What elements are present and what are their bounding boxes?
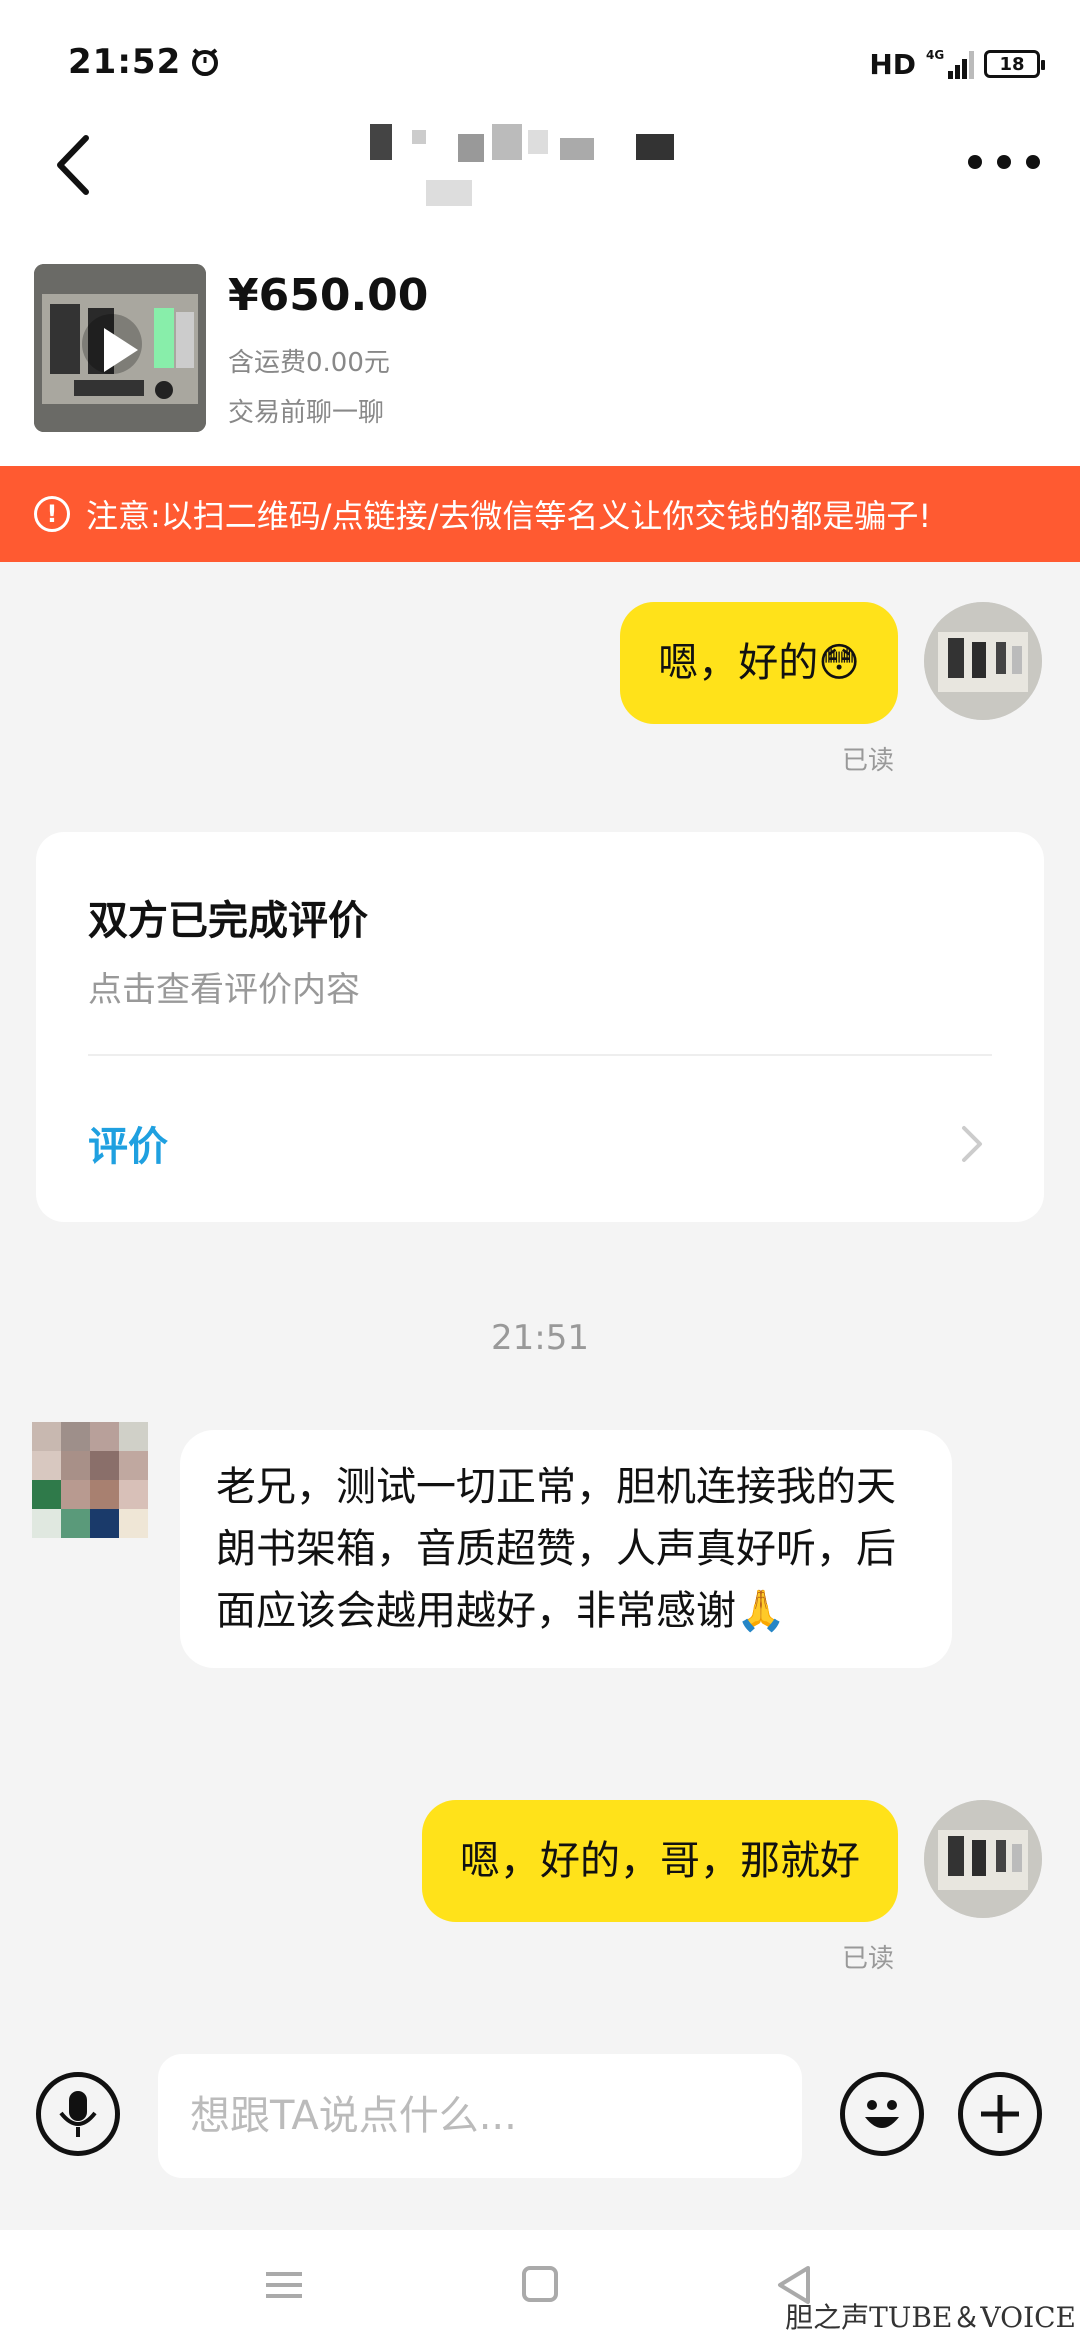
review-subtitle: 点击查看评价内容 bbox=[88, 970, 360, 1010]
watermark: 胆之声TUBE＆VOICE bbox=[785, 2301, 1076, 2334]
chevron-right-icon bbox=[962, 1126, 982, 1162]
chat-header bbox=[0, 100, 1080, 230]
message-timestamp: 21:51 bbox=[491, 1318, 589, 1358]
my-avatar[interactable] bbox=[924, 602, 1042, 720]
read-status: 已读 bbox=[842, 746, 895, 776]
home-icon[interactable] bbox=[510, 2260, 570, 2310]
contact-avatar[interactable] bbox=[32, 1422, 148, 1538]
product-chat-hint: 交易前聊一聊 bbox=[228, 398, 385, 428]
menu-icon[interactable] bbox=[254, 2260, 314, 2310]
product-shipping: 含运费0.00元 bbox=[228, 348, 390, 378]
message-bubble-sent[interactable]: 嗯，好的，哥，那就好 bbox=[422, 1800, 898, 1922]
review-link[interactable]: 评价 bbox=[88, 1114, 168, 1172]
play-icon bbox=[104, 328, 138, 372]
message-bubble-sent[interactable]: 嗯，好的😳 bbox=[620, 602, 898, 724]
message-bubble-received[interactable]: 老兄，测试一切正常，胆机连接我的天朗书架箱，音质超赞，人声真好听，后面应该会越用… bbox=[180, 1430, 952, 1668]
review-card[interactable]: 双方已完成评价 点击查看评价内容 评价 bbox=[36, 832, 1044, 1222]
status-indicators: HD 4G 18 bbox=[869, 44, 1045, 84]
warning-text: 注意:以扫二维码/点链接/去微信等名义让你交钱的都是骗子! bbox=[86, 497, 932, 535]
warning-icon: ! bbox=[34, 496, 70, 532]
network-label: HD bbox=[869, 47, 916, 81]
message-input[interactable] bbox=[158, 2054, 802, 2178]
add-icon[interactable] bbox=[958, 2072, 1042, 2156]
more-dots-icon[interactable] bbox=[968, 150, 1040, 174]
fraud-warning-banner: ! 注意:以扫二维码/点链接/去微信等名义让你交钱的都是骗子! bbox=[0, 466, 1080, 562]
product-price: ¥650.00 bbox=[228, 270, 429, 321]
product-card[interactable]: ¥650.00 含运费0.00元 交易前聊一聊 bbox=[0, 230, 1080, 466]
contact-name-blurred bbox=[360, 110, 740, 230]
network-gen-label: 4G bbox=[926, 48, 944, 62]
my-avatar[interactable] bbox=[924, 1800, 1042, 1918]
alarm-icon bbox=[192, 48, 218, 76]
read-status: 已读 bbox=[842, 1944, 895, 1974]
message-input-bar bbox=[0, 2044, 1080, 2230]
signal-icon: 4G bbox=[926, 48, 974, 79]
divider bbox=[88, 1054, 992, 1056]
review-title: 双方已完成评价 bbox=[88, 898, 368, 944]
battery-icon: 18 bbox=[984, 50, 1045, 78]
status-time: 21:52 bbox=[68, 42, 182, 82]
emoji-icon[interactable] bbox=[840, 2072, 924, 2156]
microphone-icon[interactable] bbox=[36, 2072, 120, 2156]
system-nav-bar: 胆之声TUBE＆VOICE bbox=[0, 2230, 1080, 2340]
product-thumbnail[interactable] bbox=[34, 264, 206, 432]
back-chevron-icon[interactable] bbox=[44, 130, 104, 200]
